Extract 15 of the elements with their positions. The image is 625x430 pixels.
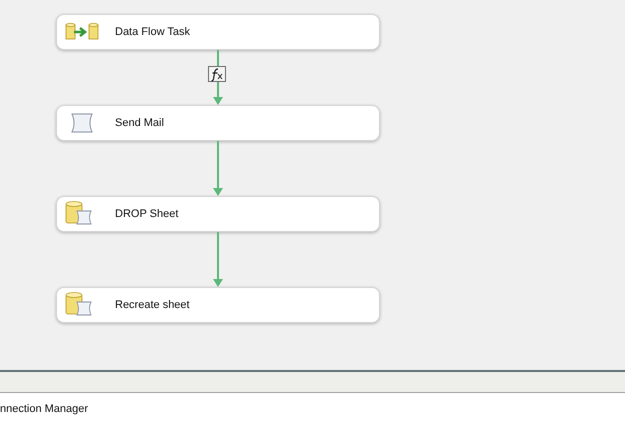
connector-arrow: [213, 141, 223, 196]
connector-arrow: [213, 232, 223, 287]
expression-icon[interactable]: [208, 66, 226, 82]
task-node[interactable]: Recreate sheet: [56, 287, 380, 323]
task-label: Data Flow Task: [115, 24, 190, 40]
task-node[interactable]: DROP Sheet: [56, 196, 380, 232]
panel-title: nnection Manager: [0, 403, 88, 415]
task-label: Send Mail: [115, 116, 164, 131]
task-label: DROP Sheet: [115, 206, 178, 222]
task-label: Recreate sheet: [115, 298, 190, 313]
data-flow-icon: [65, 22, 99, 42]
scroll-icon: [69, 113, 95, 133]
task-node[interactable]: Send Mail: [56, 105, 380, 141]
connector-arrow: [213, 50, 223, 105]
task-node[interactable]: Data Flow Task: [56, 14, 380, 50]
